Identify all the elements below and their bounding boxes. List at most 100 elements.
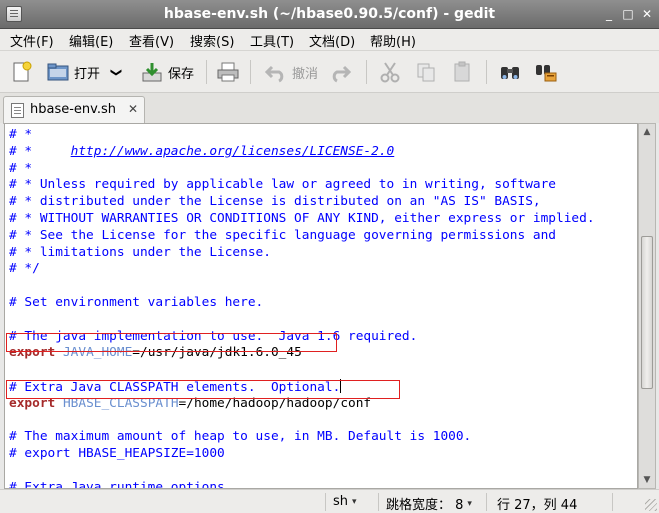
copy-button[interactable] <box>414 60 438 84</box>
document-icon <box>11 103 24 118</box>
code-token: # * <box>9 127 33 142</box>
tab-width-label: 跳格宽度： 8 <box>386 498 464 513</box>
toolbar: 打开 ❯ 保存 撤消 <box>0 51 659 93</box>
close-window-button[interactable]: ✕ <box>639 6 655 22</box>
code-line: # * WITHOUT WARRANTIES OR CONDITIONS OF … <box>9 211 595 228</box>
code-token: # * limitations under the License. <box>9 244 271 260</box>
toolbar-separator <box>366 60 367 84</box>
code-line: # export HBASE_HEAPSIZE=1000 <box>9 446 595 463</box>
status-bar: sh ▾ 跳格宽度： 8 ▾ 行 27，列 44 <box>0 489 659 513</box>
paste-button[interactable] <box>450 60 474 84</box>
status-separator <box>486 493 487 511</box>
code-line: # * See the License for the specific lan… <box>9 228 595 245</box>
chevron-down-icon: ❯ <box>110 67 124 77</box>
code-token: # */ <box>9 261 40 277</box>
code-token: # * <box>9 143 71 159</box>
code-token: # * Unless required by applicable law or… <box>9 177 557 193</box>
scroll-up-icon[interactable]: ▲ <box>642 127 652 137</box>
undo-icon <box>264 61 288 83</box>
cursor-position: 行 27，列 44 <box>497 498 578 513</box>
undo-label: 撤消 <box>292 66 319 82</box>
code-token: # The maximum amount of heap to use, in … <box>9 429 472 445</box>
code-token: # * WITHOUT WARRANTIES OR CONDITIONS OF … <box>9 210 595 226</box>
find-replace-button[interactable] <box>534 60 558 84</box>
menu-bar: 文件(F) 编辑(E) 查看(V) 搜索(S) 工具(T) 文档(D) 帮助(H… <box>0 29 659 51</box>
title-bar: hbase-env.sh (~/hbase0.90.5/conf) - gedi… <box>0 0 659 29</box>
clipboard-icon <box>450 61 474 83</box>
open-dropdown-button[interactable]: ❯ <box>110 60 124 84</box>
toolbar-separator <box>206 60 207 84</box>
binoculars-icon <box>498 61 522 83</box>
code-line: # * distributed under the License is dis… <box>9 194 595 211</box>
code-line: # Set environment variables here. <box>9 295 595 312</box>
toolbar-separator <box>250 60 251 84</box>
highlight-box-hbase-classpath <box>6 380 400 399</box>
code-token: # export HBASE_HEAPSIZE=1000 <box>9 446 225 462</box>
redo-icon <box>328 61 352 83</box>
window-title: hbase-env.sh (~/hbase0.90.5/conf) - gedi… <box>163 6 496 22</box>
language-selector[interactable]: sh ▾ <box>333 494 357 509</box>
tab-width-selector[interactable]: 跳格宽度： 8 ▾ <box>386 494 472 513</box>
code-token: # * distributed under the License is dis… <box>9 194 541 210</box>
highlight-box-java-home <box>6 333 337 352</box>
code-line: # */ <box>9 261 595 278</box>
code-token: # Set environment variables here. <box>9 294 264 310</box>
menu-help[interactable]: 帮助(H) <box>370 31 416 50</box>
folder-open-icon <box>46 61 70 83</box>
find-replace-icon <box>534 61 558 83</box>
close-tab-icon[interactable]: ✕ <box>126 102 140 116</box>
vertical-scrollbar[interactable]: ▲ ▼ <box>638 123 656 489</box>
code-line: # * Unless required by applicable law or… <box>9 177 595 194</box>
status-separator <box>378 493 379 511</box>
cut-button[interactable] <box>378 60 402 84</box>
status-separator <box>325 493 326 511</box>
code-view[interactable]: # * # * http://www.apache.org/licenses/LI… <box>9 127 595 489</box>
scroll-down-icon[interactable]: ▼ <box>642 475 652 485</box>
undo-button[interactable]: 撤消 <box>264 60 318 84</box>
chevron-down-icon: ▾ <box>352 496 357 507</box>
code-token: # * <box>9 160 33 176</box>
text-editor[interactable]: # * # * http://www.apache.org/licenses/LI… <box>4 123 638 489</box>
scissors-icon <box>378 61 402 83</box>
chevron-down-icon: ▾ <box>467 498 472 509</box>
tab-label: hbase-env.sh <box>30 102 116 117</box>
open-button[interactable]: 打开 <box>46 60 100 84</box>
save-download-icon <box>140 61 164 83</box>
open-label: 打开 <box>74 66 101 82</box>
code-token: # Extra Java runtime options. <box>9 479 233 489</box>
menu-file[interactable]: 文件(F) <box>10 31 54 50</box>
menu-edit[interactable]: 编辑(E) <box>69 31 113 50</box>
copy-icon <box>414 61 438 83</box>
code-token: http://www.apache.org/licenses/LICENSE-2… <box>70 143 395 159</box>
maximize-button[interactable]: □ <box>620 6 636 22</box>
new-document-icon <box>10 61 34 83</box>
menu-view[interactable]: 查看(V) <box>129 31 174 50</box>
redo-button[interactable] <box>328 60 352 84</box>
resize-grip[interactable] <box>645 499 657 511</box>
menu-tools[interactable]: 工具(T) <box>250 31 294 50</box>
code-line: # * http://www.apache.org/licenses/LICEN… <box>9 144 595 161</box>
minimize-button[interactable]: _ <box>601 6 617 22</box>
print-button[interactable] <box>216 60 240 84</box>
toolbar-separator <box>486 60 487 84</box>
scrollbar-thumb[interactable] <box>641 236 653 389</box>
code-line: # * limitations under the License. <box>9 245 595 262</box>
code-token: # * See the License for the specific lan… <box>9 227 557 243</box>
menu-documents[interactable]: 文档(D) <box>309 31 355 50</box>
save-button[interactable]: 保存 <box>140 60 194 84</box>
code-line: # Extra Java runtime options. <box>9 479 595 489</box>
menu-search[interactable]: 搜索(S) <box>190 31 234 50</box>
status-separator <box>612 493 613 511</box>
find-button[interactable] <box>498 60 522 84</box>
new-button[interactable] <box>10 60 34 84</box>
language-label: sh <box>333 494 349 509</box>
code-line: # * <box>9 161 595 178</box>
tab-hbase-env[interactable]: hbase-env.sh ✕ <box>3 96 145 124</box>
tab-strip: hbase-env.sh ✕ <box>0 93 659 124</box>
code-line: # * <box>9 127 595 144</box>
